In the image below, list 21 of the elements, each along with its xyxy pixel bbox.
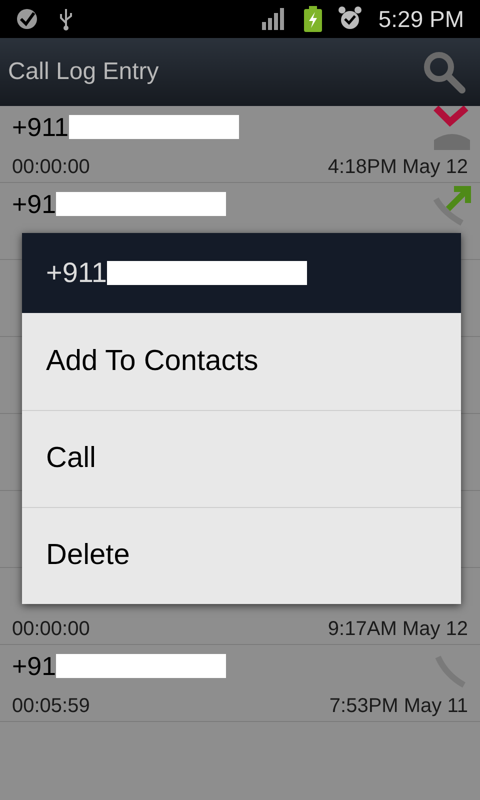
- screen-title: Call Log Entry: [8, 57, 160, 87]
- missed-call-icon: [432, 106, 472, 150]
- call-log-row[interactable]: +91 00:05:59 7:53PM May 11: [0, 645, 480, 722]
- call-time: 7:53PM May 11: [329, 694, 468, 719]
- usb-icon: [58, 7, 74, 31]
- call-duration: 00:05:59: [12, 694, 90, 719]
- phone-number: +91: [12, 650, 56, 682]
- call-log-row[interactable]: +911 00:00:00 4:18PM May 12: [0, 106, 480, 183]
- call-duration: 00:00:00: [12, 617, 90, 642]
- phone-number: +91: [12, 188, 56, 220]
- alarm-clock-icon: [338, 6, 362, 32]
- phone-number: +911: [12, 110, 69, 144]
- call-time: 4:18PM May 12: [328, 155, 468, 180]
- menu-item[interactable]: Delete: [22, 507, 461, 604]
- search-icon: [422, 50, 466, 94]
- battery-charging-icon: [304, 6, 322, 32]
- menu-item[interactable]: Call: [22, 410, 461, 507]
- call-duration: 00:00:00: [12, 155, 90, 180]
- call-time: 9:17AM May 12: [328, 617, 468, 642]
- menu-item[interactable]: Add To Contacts: [22, 313, 461, 410]
- clock-time: 5:29 PM: [378, 4, 464, 34]
